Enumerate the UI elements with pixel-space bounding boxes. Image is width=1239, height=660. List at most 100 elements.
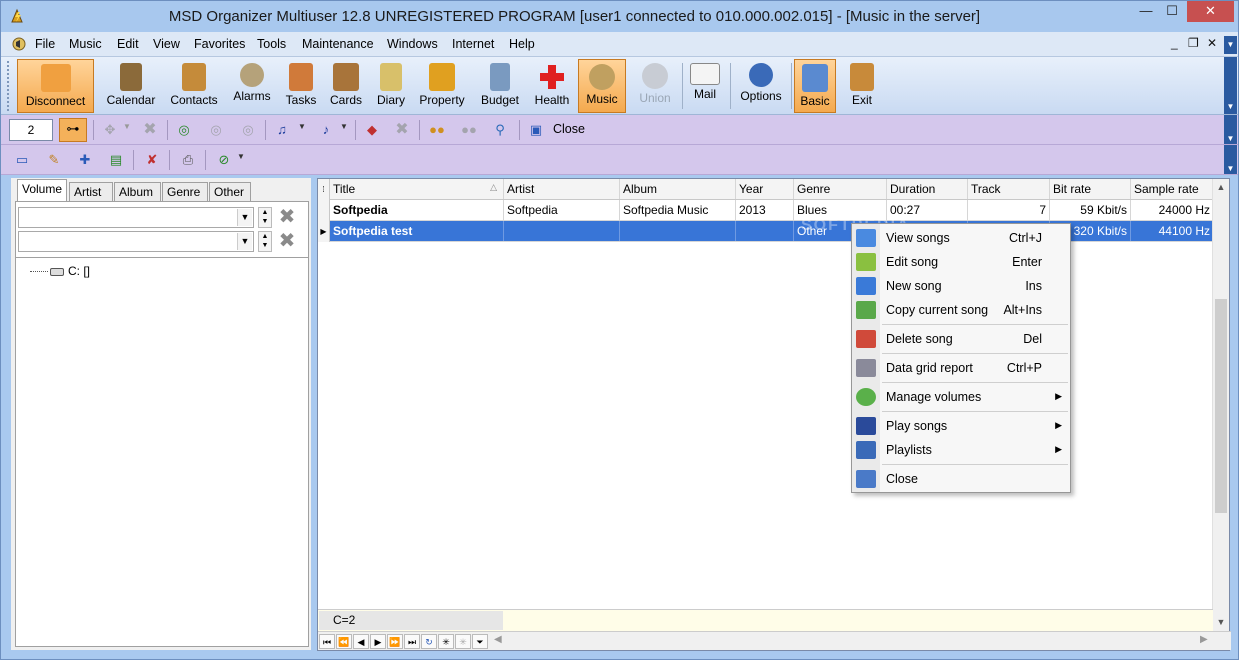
menu-music[interactable]: Music [69,37,102,51]
copy-song-button[interactable]: ▤ [105,150,127,170]
cell-samplerate[interactable]: 24000 Hz [1131,200,1213,220]
view-songs-button[interactable]: ▭ [11,150,33,170]
scroll-thumb[interactable] [1215,299,1227,513]
tasks-button[interactable]: Tasks [280,59,322,113]
menu-maintenance[interactable]: Maintenance [302,37,374,51]
insert-record-button[interactable]: ✳ [438,634,454,649]
filter-funnel-button[interactable]: ⏷ [472,634,488,649]
column-header-duration[interactable]: Duration [887,179,968,199]
contacts-button[interactable]: Contacts [165,59,223,113]
chevron-down-icon[interactable]: ▼ [237,209,252,226]
edit-cd-button[interactable]: ◎ [205,120,227,140]
close-button[interactable]: ✕ [1187,1,1234,22]
prior-record-button[interactable]: ◀ [353,634,369,649]
playlist-button[interactable]: ♪ [315,120,337,140]
menu-item-playlists[interactable]: Playlists ▶ [852,438,1070,462]
property-button[interactable]: Property [416,59,468,113]
delete-song-button[interactable]: ✘ [141,150,163,170]
column-header-track[interactable]: Track [968,179,1050,199]
mail-button[interactable]: Mail [685,59,725,113]
play-songs-button[interactable]: ♫ [271,120,293,140]
menu-favorites[interactable]: Favorites [194,37,245,51]
close-label[interactable]: Close [553,122,585,136]
clear-filter-2-button[interactable]: ✖ [276,231,298,251]
menu-tools[interactable]: Tools [257,37,286,51]
remove-volume-button[interactable]: ✖ [139,120,161,140]
column-header-bitrate[interactable]: Bit rate [1050,179,1131,199]
scroll-down-arrow[interactable]: ▼ [1213,617,1229,627]
menu-file[interactable]: File [35,37,55,51]
scroll-right-arrow[interactable]: ▶ [1200,634,1208,645]
filter-combo-2-updown[interactable]: ▲ ▼ [258,231,272,252]
next-record-button[interactable]: ▶ [370,634,386,649]
last-record-button[interactable]: ⏭ [404,634,420,649]
menu-view[interactable]: View [153,37,180,51]
cell-year[interactable] [736,221,794,241]
first-record-button[interactable]: ⏮ [319,634,335,649]
search-button[interactable]: ⚲ [489,120,511,140]
manage-volumes-button[interactable]: ⊘ [213,150,235,170]
health-button[interactable]: Health [530,59,574,113]
options-button[interactable]: Options [735,59,787,113]
play-songs-dropdown-arrow[interactable]: ▼ [298,122,306,131]
menu-help[interactable]: Help [509,37,535,51]
clear-tag-button[interactable]: ✖ [391,120,413,140]
add-cd-button[interactable]: ◎ [173,120,195,140]
cell-samplerate[interactable]: 44100 Hz [1131,221,1213,241]
cell-title[interactable]: Softpedia [330,200,504,220]
menu-internet[interactable]: Internet [452,37,494,51]
cards-button[interactable]: Cards [326,59,366,113]
next-page-button[interactable]: ⏩ [387,634,403,649]
alarms-button[interactable]: Alarms [226,59,278,113]
mdi-close-button[interactable]: ✕ [1207,36,1217,50]
table-row-selected[interactable]: ▶ Softpedia test Other 320 Kbit/s 44100 … [318,221,1213,242]
cell-title[interactable]: Softpedia test [330,221,504,241]
exit-button[interactable]: Exit [842,59,882,113]
column-header-title[interactable]: Title △ [330,179,504,199]
edit-song-button[interactable]: ✎ [43,150,65,170]
menu-item-copy-current-song[interactable]: Copy current song Alt+Ins [852,298,1070,322]
column-header-genre[interactable]: Genre [794,179,887,199]
close-panel-button[interactable]: ▣ [525,120,547,140]
toolbar-grip[interactable] [7,61,11,111]
tree-node-drive-c[interactable]: C: [] [30,264,90,278]
delete-cd-button[interactable]: ◎ [237,120,259,140]
tab-other[interactable]: Other [209,182,251,201]
main-toolbar-overflow-arrow[interactable]: ▼ [1224,57,1237,114]
filter-combo-2[interactable]: ▼ [18,231,254,252]
mdi-minimize-button[interactable]: _ [1171,36,1178,50]
scroll-left-arrow[interactable]: ◀ [494,634,502,645]
secondary-toolbar-overflow-arrow[interactable]: ▼ [1224,115,1237,144]
cell-artist[interactable] [504,221,620,241]
tree-view-button[interactable]: ⊶ [59,118,87,142]
counter-field[interactable]: 2 [9,119,53,141]
disconnect-button[interactable]: Disconnect [17,59,94,113]
column-header-artist[interactable]: Artist [504,179,620,199]
delete-record-button[interactable]: ✳ [455,634,471,649]
cell-album[interactable] [620,221,736,241]
cell-bitrate[interactable]: 59 Kbit/s [1050,200,1131,220]
minimize-button[interactable]: — [1133,1,1159,22]
menu-item-play-songs[interactable]: Play songs ▶ [852,414,1070,438]
tab-album[interactable]: Album [114,182,161,201]
add-volume-dropdown-arrow[interactable]: ▼ [123,122,131,131]
column-header-album[interactable]: Album [620,179,736,199]
playlist-dropdown-arrow[interactable]: ▼ [340,122,348,131]
filter-combo-1[interactable]: ▼ [18,207,254,228]
cell-year[interactable]: 2013 [736,200,794,220]
music-button[interactable]: Music [578,59,626,113]
tab-volume[interactable]: Volume [17,179,67,201]
chevron-down-icon[interactable]: ▼ [237,233,252,250]
cell-album[interactable]: Softpedia Music [620,200,736,220]
clear-filter-1-button[interactable]: ✖ [276,207,298,227]
prior-page-button[interactable]: ⏪ [336,634,352,649]
menu-item-delete-song[interactable]: Delete song Del [852,327,1070,351]
menu-item-manage-volumes[interactable]: Manage volumes ▶ [852,385,1070,409]
column-header-samplerate[interactable]: Sample rate [1131,179,1213,199]
print-report-button[interactable]: ⎙ [177,150,199,170]
tab-artist[interactable]: Artist [69,182,113,201]
menu-edit[interactable]: Edit [117,37,139,51]
link-button[interactable]: ●● [426,120,448,140]
menu-item-data-grid-report[interactable]: Data grid report Ctrl+P [852,356,1070,380]
tag-button[interactable]: ◆ [361,120,383,140]
